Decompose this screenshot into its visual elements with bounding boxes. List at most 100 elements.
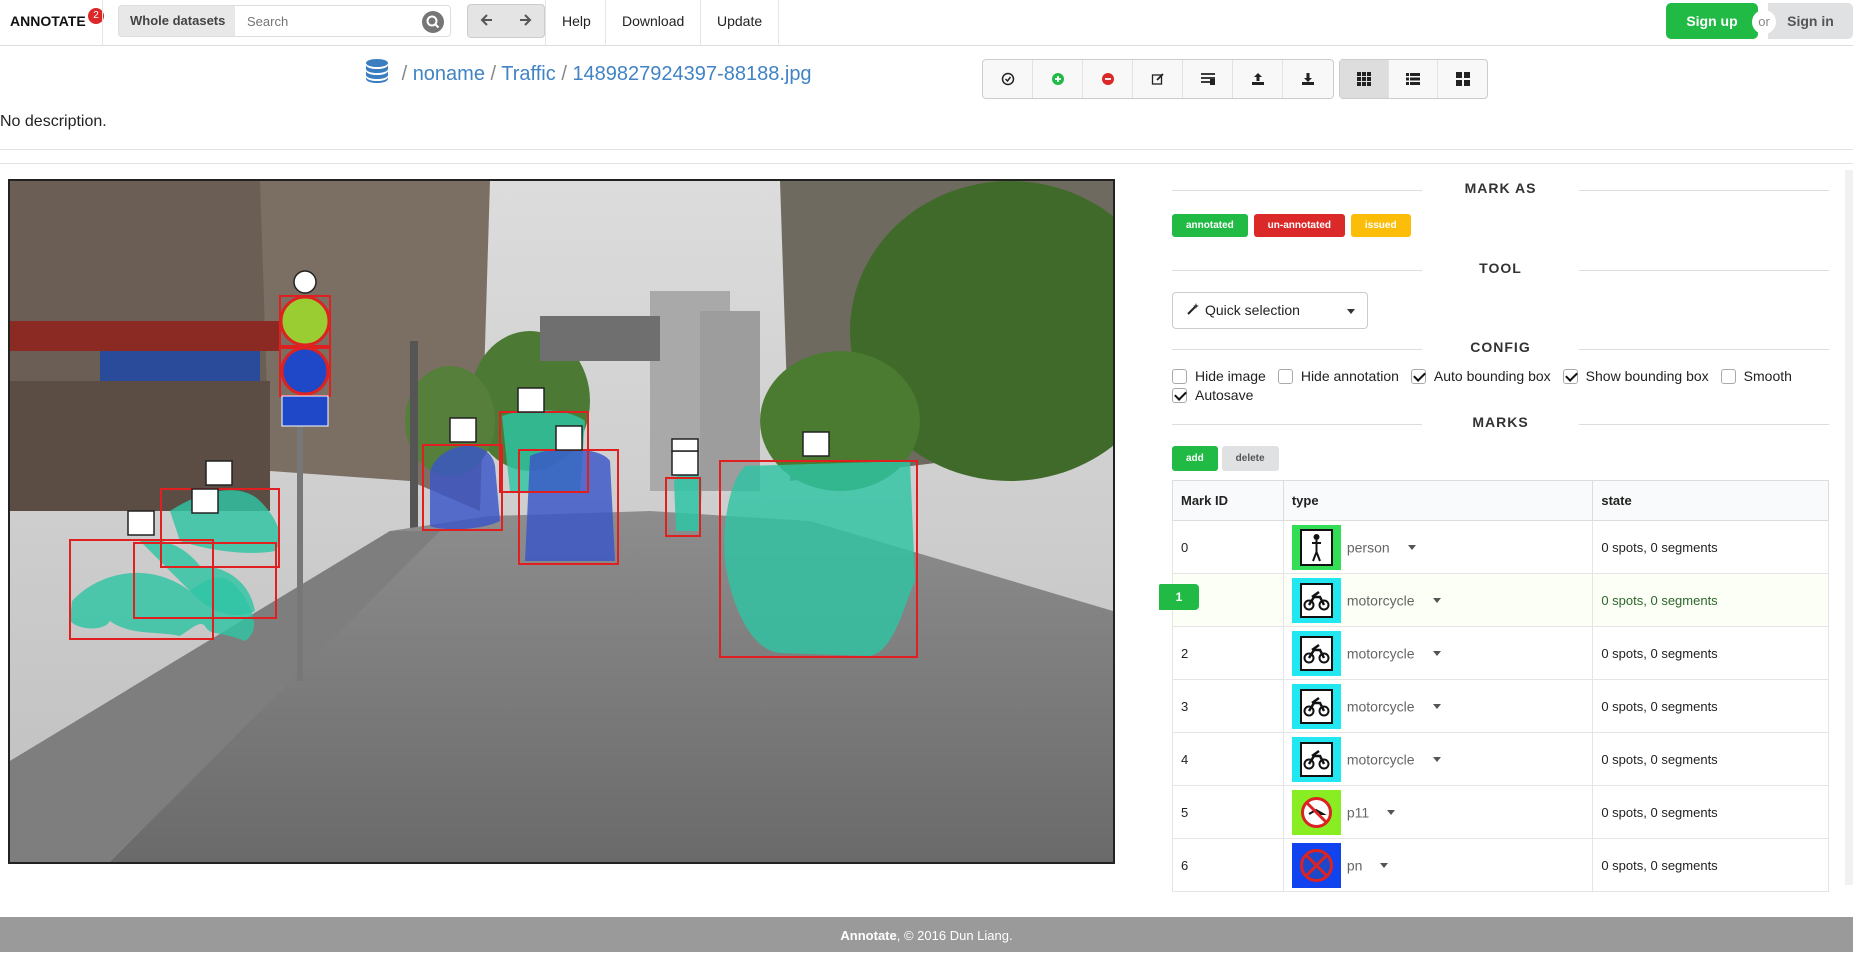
config-hide-annotation[interactable]: Hide annotation	[1277, 367, 1399, 386]
list-detail-icon[interactable]	[1183, 60, 1233, 98]
brand-logo[interactable]: ANNOTATE	[10, 13, 86, 29]
chevron-down-icon[interactable]	[1380, 862, 1389, 868]
check-circle-icon[interactable]	[983, 60, 1033, 98]
dataset-scope-label[interactable]: Whole datasets	[118, 5, 238, 37]
person-icon	[1291, 524, 1341, 570]
tool-select[interactable]: Quick selection	[1172, 292, 1368, 329]
checkbox-checked[interactable]	[1172, 388, 1187, 403]
marks-heading: MARKS	[1172, 414, 1829, 440]
checkbox[interactable]	[1720, 369, 1736, 384]
mark-id-cell: 6	[1172, 838, 1284, 892]
mark-type-cell[interactable]: motorcycle	[1282, 732, 1594, 786]
upload-icon[interactable]	[1233, 60, 1283, 98]
add-mark-button[interactable]: add	[1172, 446, 1218, 471]
add-circle-icon[interactable]	[1033, 60, 1083, 98]
mark-id-cell: 5	[1172, 785, 1284, 839]
chevron-down-icon[interactable]	[1407, 544, 1416, 550]
breadcrumb-filename[interactable]: 1489827924397-88188.jpg	[572, 63, 811, 85]
grid-view-icon[interactable]	[1340, 60, 1389, 98]
marks-table: Mark ID type state 0 person 0 spots, 0 seg…	[1159, 480, 1829, 892]
street-scene-image	[10, 181, 1113, 862]
signin-button[interactable]: Sign in	[1768, 3, 1853, 39]
chevron-down-icon[interactable]	[1432, 597, 1441, 603]
mark-id: 3	[1181, 698, 1189, 714]
download-icon[interactable]	[1283, 60, 1333, 98]
mark-type-label: motorcycle	[1346, 592, 1415, 608]
checkbox[interactable]	[1277, 369, 1293, 384]
menu-download[interactable]: Download	[605, 0, 700, 46]
database-icon	[364, 58, 390, 84]
menu-help[interactable]: Help	[545, 0, 607, 46]
mark-id-cell: 4	[1172, 732, 1284, 786]
edit-icon[interactable]	[1133, 60, 1183, 98]
footer-brand: Annotate	[840, 928, 897, 943]
checkbox[interactable]	[1172, 369, 1187, 384]
table-row[interactable]: 1 motorcycle 0 spots, 0 segments	[1159, 573, 1829, 627]
mark-id-cell: 1	[1159, 573, 1284, 627]
forward-arrow-icon[interactable]	[506, 5, 544, 37]
search-icon[interactable]	[422, 11, 444, 33]
large-grid-view-icon[interactable]	[1438, 60, 1487, 98]
panel-scrollbar[interactable]	[1845, 170, 1853, 885]
mark-type-cell[interactable]: motorcycle	[1282, 573, 1594, 627]
history-nav	[467, 4, 545, 38]
mark-annotated-button[interactable]: annotated	[1172, 214, 1248, 237]
mark-as-labels: annotated un-annotated issued	[1172, 214, 1829, 238]
mark-type-cell[interactable]: motorcycle	[1282, 626, 1594, 680]
annotation-canvas[interactable]	[8, 179, 1115, 864]
delete-mark-button[interactable]: delete	[1221, 446, 1279, 471]
or-separator: or	[1752, 10, 1776, 34]
table-row[interactable]: 3 motorcycle 0 spots, 0 segments	[1172, 679, 1829, 733]
breadcrumb-divider: /	[561, 63, 567, 85]
column-header-mark-id: Mark ID	[1172, 480, 1284, 521]
remove-circle-icon[interactable]	[1083, 60, 1133, 98]
checkbox-checked[interactable]	[1562, 369, 1578, 384]
mark-state-cell: 0 spots, 0 segments	[1592, 626, 1829, 680]
mark-issued-button[interactable]: issued	[1350, 214, 1411, 237]
signup-button[interactable]: Sign up	[1666, 3, 1758, 39]
tool-heading: TOOL	[1172, 260, 1829, 286]
config-hide-image[interactable]: Hide image	[1172, 367, 1266, 386]
checkbox-label: Hide image	[1195, 368, 1266, 384]
mark-type-cell[interactable]: pn	[1282, 838, 1594, 892]
table-header-row: Mark ID type state	[1172, 480, 1829, 521]
table-row[interactable]: 0 person 0 spots, 0 segments	[1172, 520, 1829, 574]
mark-state-cell: 0 spots, 0 segments	[1592, 732, 1829, 786]
mark-type-cell[interactable]: person	[1282, 520, 1594, 574]
chevron-down-icon[interactable]	[1432, 650, 1441, 656]
list-view-icon[interactable]	[1389, 60, 1438, 98]
mark-type-label: motorcycle	[1346, 751, 1415, 767]
config-show-bounding-box[interactable]: Show bounding box	[1562, 367, 1709, 386]
back-arrow-icon[interactable]	[468, 5, 506, 37]
mark-as-heading: MARK AS	[1172, 180, 1829, 206]
checkbox-label: Auto bounding box	[1433, 368, 1551, 384]
chevron-down-icon[interactable]	[1432, 756, 1441, 762]
menu-update[interactable]: Update	[700, 0, 780, 46]
search-input[interactable]	[235, 6, 405, 36]
chevron-down-icon[interactable]	[1432, 703, 1441, 709]
column-header-state: state	[1592, 480, 1829, 521]
config-options: Hide image Hide annotation Auto bounding b…	[1172, 367, 1829, 405]
column-header-type: type	[1282, 480, 1594, 521]
selected-mark-ribbon: 1	[1159, 584, 1199, 610]
checkbox-label: Hide annotation	[1300, 368, 1399, 384]
table-row[interactable]: 2 motorcycle 0 spots, 0 segments	[1172, 626, 1829, 680]
config-autosave[interactable]: Autosave	[1172, 386, 1253, 405]
no-honking-sign-icon	[1291, 789, 1341, 835]
table-row[interactable]: 6 pn 0 spots, 0 segments	[1172, 838, 1829, 892]
breadcrumb-divider: /	[490, 63, 497, 85]
action-toolbar	[982, 59, 1334, 99]
table-row[interactable]: 4 motorcycle 0 spots, 0 segments	[1172, 732, 1829, 786]
config-smooth[interactable]: Smooth	[1720, 367, 1792, 386]
chevron-down-icon[interactable]	[1387, 809, 1396, 815]
config-auto-bounding-box[interactable]: Auto bounding box	[1410, 367, 1551, 386]
mark-type-cell[interactable]: p11	[1282, 785, 1594, 839]
breadcrumb-traffic[interactable]: Traffic	[501, 63, 555, 85]
mark-type-cell[interactable]: motorcycle	[1282, 679, 1594, 733]
mark-unannotated-button[interactable]: un-annotated	[1253, 214, 1345, 237]
checkbox-checked[interactable]	[1410, 369, 1426, 384]
mark-state-cell: 0 spots, 0 segments	[1592, 838, 1829, 892]
breadcrumb-noname[interactable]: noname	[413, 63, 485, 85]
checkbox-label: Autosave	[1195, 387, 1254, 403]
table-row[interactable]: 5 p11 0 spots, 0 segments	[1172, 785, 1829, 839]
